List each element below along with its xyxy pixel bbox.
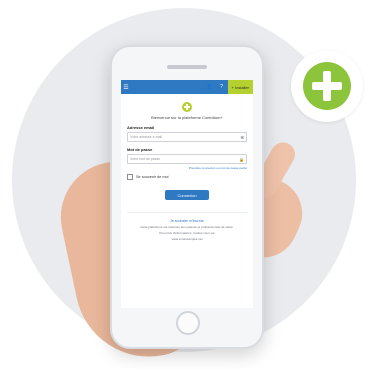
app-topbar: ☰ 👤 ? + Installer <box>121 80 253 94</box>
menu-icon[interactable]: ☰ <box>121 84 131 91</box>
remember-checkbox[interactable] <box>127 174 133 180</box>
login-button[interactable]: Connexion <box>165 190 209 200</box>
email-placeholder: Votre adresse e-mail <box>130 135 163 139</box>
forgot-password-link[interactable]: Première connexion ou mot de passe perdu <box>127 166 247 170</box>
plus-icon <box>303 62 351 110</box>
user-icon[interactable]: 👤 <box>204 84 216 90</box>
help-icon[interactable]: ? <box>216 84 228 90</box>
divider <box>127 212 247 213</box>
email-field[interactable]: Votre adresse e-mail ✉ <box>127 132 247 142</box>
phone-screen: ☰ 👤 ? + Installer Bienvenue sur la plate… <box>121 80 253 308</box>
home-button[interactable] <box>176 311 200 335</box>
phone-device: ☰ 👤 ? + Installer Bienvenue sur la plate… <box>110 45 264 349</box>
app-logo <box>182 102 192 112</box>
welcome-text: Bienvenue sur la plateforme Contrôlum+ <box>151 115 223 120</box>
login-button-label: Connexion <box>177 192 197 198</box>
footer-url[interactable]: www.controlumplus.net <box>127 237 247 241</box>
email-icon: ✉ <box>240 134 244 140</box>
password-placeholder: Votre mot de passe <box>130 157 161 161</box>
password-field[interactable]: Votre mot de passe 🔒 <box>127 154 247 164</box>
password-label: Mot de passe <box>127 147 153 152</box>
remember-label: Se souvenir de moi <box>136 175 169 179</box>
phone-speaker <box>167 65 207 69</box>
install-button[interactable]: + Installer <box>227 80 253 94</box>
login-form: Bienvenue sur la plateforme Contrôlum+ A… <box>121 94 253 247</box>
plus-badge <box>291 50 363 122</box>
email-label: Adresse email <box>127 125 155 130</box>
remember-me[interactable]: Se souvenir de moi <box>127 174 247 180</box>
footer-text: Cette plateforme est réservée aux patien… <box>140 225 234 229</box>
signup-link[interactable]: Je souhaite m'inscrire <box>127 219 247 223</box>
footer-info: Pour plus d'informations, rendez-vous su… <box>159 231 215 235</box>
lock-icon: 🔒 <box>239 156 244 162</box>
